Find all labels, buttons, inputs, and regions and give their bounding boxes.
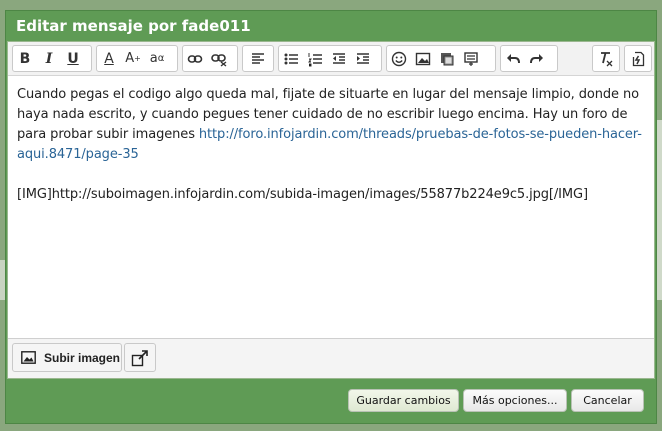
undo-icon xyxy=(507,53,520,63)
redo-icon xyxy=(530,53,543,63)
unlink-button[interactable] xyxy=(207,47,231,71)
remove-formatting-button[interactable] xyxy=(593,47,619,71)
outdent-button[interactable] xyxy=(327,47,351,71)
font-family-button[interactable]: aα xyxy=(145,47,169,71)
font-size-small-icon: + xyxy=(134,54,141,63)
attachment-bar: Subir imagen xyxy=(8,338,654,378)
image-icon xyxy=(415,52,431,65)
insert-image-button[interactable] xyxy=(411,47,435,71)
source-mode-group xyxy=(624,45,652,72)
media-icon xyxy=(441,52,454,65)
cancel-button[interactable]: Cancelar xyxy=(571,389,644,412)
editor-toolbar: B I U A A + aα xyxy=(8,42,654,76)
font-color-button[interactable]: A xyxy=(97,47,121,71)
expand-icon xyxy=(131,349,148,366)
edit-message-dialog: Editar mensaje por fade011 B I U A A + aα xyxy=(5,10,657,424)
bold-button[interactable]: B xyxy=(13,47,37,71)
message-paragraph: Cuando pegas el codigo algo queda mal, f… xyxy=(17,85,649,165)
history-group xyxy=(500,45,558,72)
font-size-label: A xyxy=(125,51,135,66)
clear-formatting-icon xyxy=(601,51,613,66)
align-group xyxy=(242,45,274,72)
message-editor: B I U A A + aα Cuando pegas el codigo al… xyxy=(7,41,655,379)
smilie-button[interactable] xyxy=(387,47,411,71)
font-size-button[interactable]: A + xyxy=(121,47,145,71)
numbered-list-button[interactable] xyxy=(303,47,327,71)
redo-button[interactable] xyxy=(525,47,549,71)
insert-more-button[interactable] xyxy=(459,47,483,71)
indent-icon xyxy=(357,52,369,64)
font-family-alt-icon: α xyxy=(157,53,165,64)
indent-button[interactable] xyxy=(351,47,375,71)
image-bbcode-line: [IMG]http://suboimagen.infojardin.com/su… xyxy=(17,187,588,202)
smiley-icon xyxy=(391,51,407,66)
font-group: A A + aα xyxy=(96,45,178,72)
unlink-icon xyxy=(211,53,227,67)
upload-image-icon xyxy=(21,351,36,364)
format-group: B I U xyxy=(12,45,92,72)
undo-button[interactable] xyxy=(501,47,525,71)
outdent-icon xyxy=(333,52,345,64)
save-changes-button[interactable]: Guardar cambios xyxy=(348,389,459,412)
link-button[interactable] xyxy=(183,47,207,71)
align-left-icon xyxy=(252,52,264,64)
insert-block-icon xyxy=(464,51,478,66)
upload-image-button[interactable]: Subir imagen xyxy=(12,343,122,372)
numbered-list-icon xyxy=(308,52,322,66)
bullet-list-icon xyxy=(284,53,298,64)
align-button[interactable] xyxy=(243,47,273,71)
message-body[interactable]: Cuando pegas el codigo algo queda mal, f… xyxy=(17,85,649,205)
expand-editor-button[interactable] xyxy=(124,343,156,372)
more-options-button[interactable]: Más opciones... xyxy=(463,389,567,412)
link-icon xyxy=(187,54,203,63)
underline-button[interactable]: U xyxy=(61,47,85,71)
bbcode-toggle-icon xyxy=(632,51,645,66)
insert-media-button[interactable] xyxy=(435,47,459,71)
bullet-list-button[interactable] xyxy=(279,47,303,71)
clear-format-group xyxy=(592,45,620,72)
list-group xyxy=(278,45,382,72)
font-family-label: a xyxy=(149,51,158,66)
upload-image-label: Subir imagen xyxy=(44,350,121,365)
toggle-bbcode-button[interactable] xyxy=(625,47,651,71)
insert-group xyxy=(386,45,496,72)
dialog-title: Editar mensaje por fade011 xyxy=(16,17,251,35)
italic-button[interactable]: I xyxy=(37,47,61,71)
link-group xyxy=(182,45,238,72)
